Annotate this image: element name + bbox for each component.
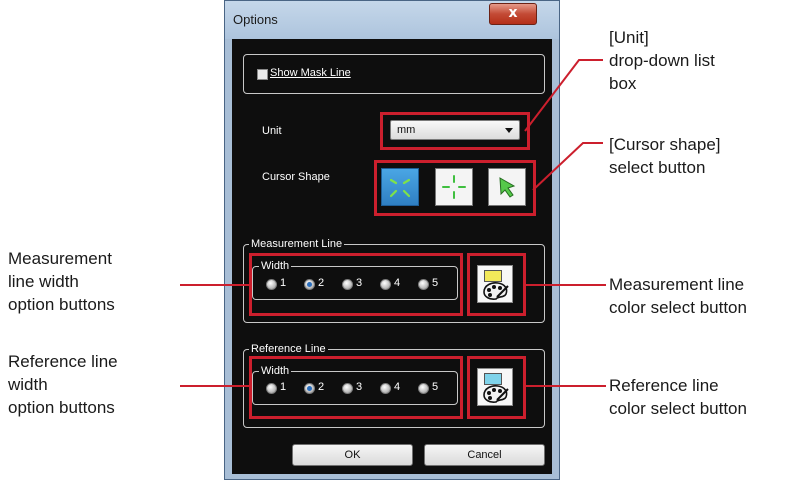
measurement-width-callout: Measurement line width option buttons (8, 249, 115, 314)
measurement-width-leader-line (180, 284, 250, 286)
reference-width-callout: Reference line width option buttons (8, 352, 118, 417)
reference-color-leader-line (526, 385, 606, 387)
reference-color-callout: Reference line color select button (609, 376, 747, 418)
unit-callout: [Unit] drop-down list box (609, 28, 715, 93)
reference-width-leader-line (180, 385, 250, 387)
measurement-color-leader-line (526, 284, 606, 286)
cursor-shape-callout: [Cursor shape] select button (609, 135, 721, 177)
measurement-color-callout: Measurement line color select button (609, 275, 747, 317)
